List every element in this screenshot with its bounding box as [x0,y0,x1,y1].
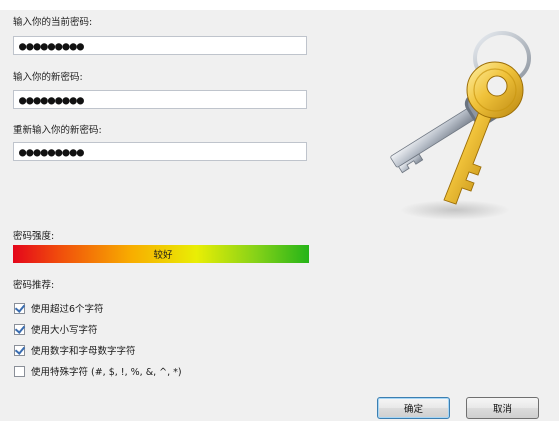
recommendation-checkbox[interactable] [14,302,25,314]
recommendation-label: 使用大小写字符 [31,325,98,336]
recommendation-checkbox[interactable] [14,365,25,377]
strength-meter: 较好 [13,245,309,263]
strength-label: 密码强度: [13,231,55,242]
recommendation-checkbox[interactable] [14,323,25,335]
recommendations-label: 密码推荐: [13,280,55,291]
confirm-password-label: 重新输入你的新密码: [13,125,102,136]
recommendation-item[interactable]: 使用大小写字符 [14,322,98,336]
confirm-password-input[interactable] [13,142,307,161]
ok-button[interactable]: 确定 [377,397,450,419]
keys-icon [390,31,531,220]
recommendation-label: 使用数字和字母数字字符 [31,346,136,357]
cancel-button[interactable]: 取消 [466,397,539,419]
change-password-dialog: 输入你的当前密码: 输入你的新密码: 重新输入你的新密码: [0,0,559,421]
top-strip [0,0,559,10]
strength-value: 较好 [153,250,173,261]
recommendation-label: 使用超过6个字符 [31,304,104,315]
current-password-label: 输入你的当前密码: [13,17,93,28]
recommendation-label: 使用特殊字符 (#, $, !, %, &, ^, *) [31,367,182,378]
recommendation-checkbox[interactable] [14,344,25,356]
new-password-label: 输入你的新密码: [13,72,83,83]
new-password-input[interactable] [13,90,307,109]
recommendation-item[interactable]: 使用数字和字母数字字符 [14,343,136,357]
recommendation-item[interactable]: 使用特殊字符 (#, $, !, %, &, ^, *) [14,364,182,378]
current-password-input[interactable] [13,36,307,55]
recommendation-item[interactable]: 使用超过6个字符 [14,301,104,315]
